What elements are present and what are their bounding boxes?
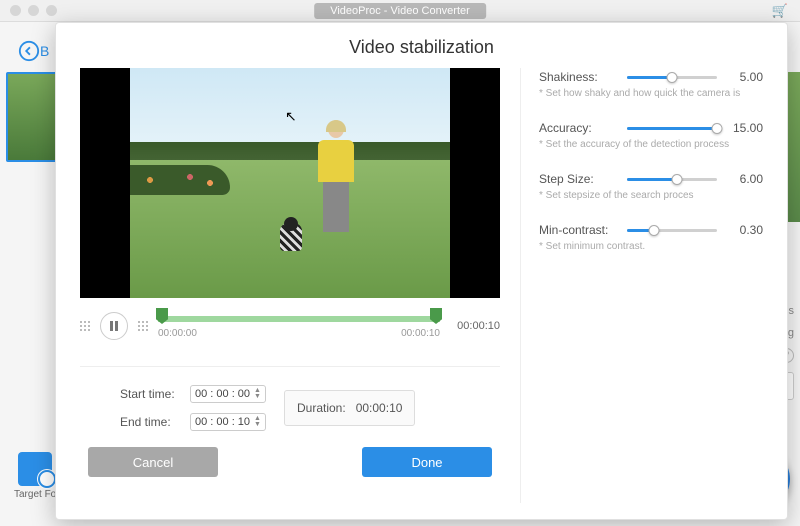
trim-timeline[interactable]: 00:00:00 00:00:10 [158,308,440,344]
total-duration: 00:00:10 [450,320,500,332]
mincontrast-value: 0.30 [727,223,763,237]
accuracy-label: Accuracy: [539,121,617,135]
shakiness-value: 5.00 [727,70,763,84]
timeline-start-label: 00:00:00 [158,328,197,339]
grip-left-icon [80,321,90,331]
play-pause-button[interactable] [100,312,128,340]
shakiness-hint: * Set how shaky and how quick the camera… [539,88,763,99]
cart-icon[interactable]: 🛒 [772,3,788,19]
target-format-label: Target Fo [14,489,56,500]
stepsize-slider[interactable] [627,172,717,186]
target-format[interactable]: Target Fo [14,452,56,500]
target-format-icon [18,452,52,486]
stepper-down-icon[interactable]: ▼ [254,422,261,428]
cancel-button[interactable]: Cancel [88,447,218,477]
mincontrast-slider[interactable] [627,223,717,237]
accuracy-slider[interactable] [627,121,717,135]
zoom-window-icon[interactable] [46,5,57,16]
accuracy-hint: * Set the accuracy of the detection proc… [539,139,763,150]
param-shakiness: Shakiness: 5.00 * Set how shaky and how … [539,70,763,99]
start-time-value: 00 : 00 : 00 [195,388,250,400]
param-mincontrast: Min-contrast: 0.30 * Set minimum contras… [539,223,763,252]
clip-thumbnail[interactable] [6,72,58,162]
mincontrast-hint: * Set minimum contrast. [539,241,763,252]
titlebar: VideoProc - Video Converter 🛒 [0,0,800,22]
duration-value: 00:00:10 [356,401,403,415]
end-time-input[interactable]: 00 : 00 : 10 ▲▼ [190,413,266,431]
timeline-end-label: 00:00:10 [401,328,440,339]
stepsize-value: 6.00 [727,172,763,186]
dialog-title: Video stabilization [80,37,763,58]
stabilization-dialog: Video stabilization ↖ 0 [55,22,788,520]
mincontrast-label: Min-contrast: [539,223,617,237]
video-preview[interactable]: ↖ [80,68,500,298]
close-window-icon[interactable] [10,5,21,16]
grip-right-icon [138,321,148,331]
divider [80,366,500,367]
cursor-icon: ↖ [285,108,297,125]
back-label: B [40,43,49,59]
done-button[interactable]: Done [362,447,492,477]
window-controls[interactable] [10,5,57,16]
back-button[interactable]: B [18,40,49,62]
param-accuracy: Accuracy: 15.00 * Set the accuracy of th… [539,121,763,150]
duration-label: Duration: [297,401,346,415]
stepsize-hint: * Set stepsize of the search proces [539,190,763,201]
stepper-down-icon[interactable]: ▼ [254,394,261,400]
start-time-label: Start time: [120,387,182,401]
duration-display: Duration: 00:00:10 [284,390,415,426]
accuracy-value: 15.00 [727,121,763,135]
param-stepsize: Step Size: 6.00 * Set stepsize of the se… [539,172,763,201]
end-time-label: End time: [120,415,182,429]
minimize-window-icon[interactable] [28,5,39,16]
start-time-input[interactable]: 00 : 00 : 00 ▲▼ [190,385,266,403]
shakiness-label: Shakiness: [539,70,617,84]
app-title: VideoProc - Video Converter [314,3,486,19]
stepsize-label: Step Size: [539,172,617,186]
end-time-value: 00 : 00 : 10 [195,416,250,428]
pause-icon [109,321,119,331]
shakiness-slider[interactable] [627,70,717,84]
